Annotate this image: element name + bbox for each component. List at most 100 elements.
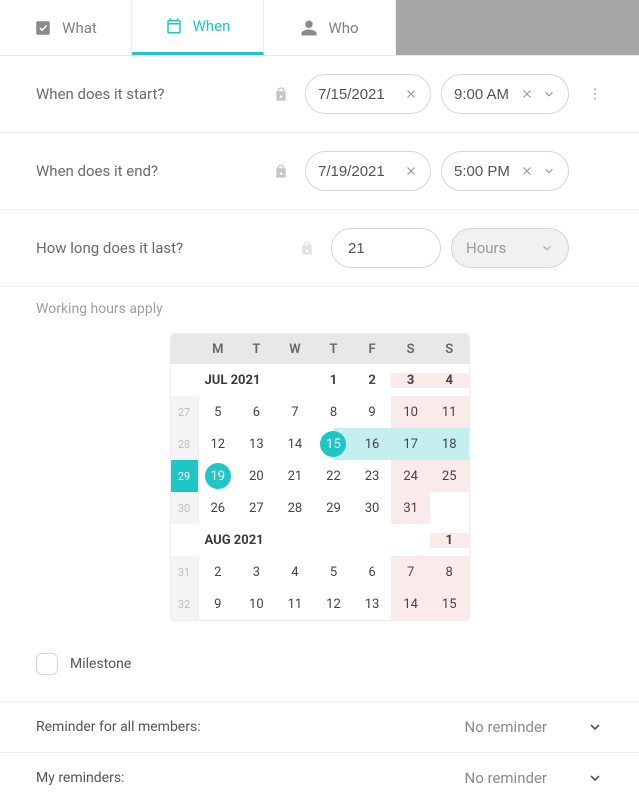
calendar-cell[interactable]: 26 [199,492,238,524]
calendar-cell[interactable]: 13 [353,588,392,620]
reminder-all-label: Reminder for all members: [36,719,201,735]
working-hours-note: Working hours apply [0,287,639,327]
calendar-cell[interactable]: 18 [430,428,469,460]
calendar-cell[interactable]: 14 [276,428,315,460]
calendar-cell[interactable]: 11 [276,588,315,620]
dow-label: T [314,342,353,357]
dow-label: M [199,342,238,357]
calendar-week: 32 9 10 11 12 13 14 15 [171,588,469,620]
calendar-cell[interactable]: 13 [237,428,276,460]
calendar-cell[interactable]: 16 [353,428,392,460]
dow-label: F [353,342,392,357]
close-icon[interactable] [520,164,534,178]
calendar-cell[interactable]: 27 [237,492,276,524]
milestone-checkbox[interactable] [36,653,58,675]
calendar-cell[interactable]: 21 [276,460,315,492]
close-icon[interactable] [520,87,534,101]
calendar-cell[interactable]: 3 [237,556,276,588]
close-icon[interactable] [404,87,418,101]
calendar-cell[interactable]: 29 [314,492,353,524]
calendar-cell[interactable] [430,492,469,524]
end-time-input[interactable] [454,163,512,180]
reminder-my-label: My reminders: [36,770,124,786]
calendar-cell[interactable]: 2 [199,556,238,588]
calendar-cell-range-start[interactable]: 15 [314,428,353,460]
milestone-row: Milestone [0,643,639,702]
calendar-cell[interactable]: 4 [430,373,469,388]
dow-label: W [276,342,315,357]
calendar-cell[interactable]: 24 [391,460,430,492]
calendar-cell[interactable]: 25 [430,460,469,492]
milestone-label: Milestone [70,656,131,672]
chevron-down-icon[interactable] [542,87,556,101]
calendar-cell[interactable]: 17 [391,428,430,460]
duration-unit-select[interactable]: Hours [451,228,569,268]
calendar-cell[interactable]: 12 [314,588,353,620]
calendar-cell[interactable]: 20 [237,460,276,492]
tab-what[interactable]: What [0,0,132,55]
end-label: When does it end? [36,162,273,180]
calendar-month-label: JUL 2021 [199,373,315,388]
tabs-filler [396,0,639,55]
calendar-month-label: AUG 2021 [199,533,430,548]
start-time-field[interactable] [441,74,569,114]
calendar-week: 31 2 3 4 5 6 7 8 [171,556,469,588]
calendar-cell[interactable]: 7 [276,396,315,428]
start-date-field[interactable] [305,74,431,114]
calendar-cell[interactable]: 28 [276,492,315,524]
tabs-bar: What When Who [0,0,639,56]
calendar-month-row: JUL 2021 1 2 3 4 [171,364,469,396]
reminder-all-row[interactable]: Reminder for all members: No reminder [0,702,639,753]
reminder-my-value: No reminder [465,769,547,787]
calendar-cell[interactable]: 12 [199,428,238,460]
calendar-cell[interactable]: 9 [353,396,392,428]
calendar-cell[interactable]: 3 [391,373,430,388]
tab-when[interactable]: When [132,0,264,55]
calendar-cell[interactable]: 1 [430,533,469,548]
calendar-cell[interactable]: 4 [276,556,315,588]
tab-who-label: Who [328,19,358,37]
calendar-cell[interactable]: 5 [199,396,238,428]
calendar-cell[interactable]: 6 [353,556,392,588]
chevron-down-icon[interactable] [542,164,556,178]
person-icon [300,19,318,37]
calendar-cell-range-end[interactable]: 19 [199,460,238,492]
calendar-cell[interactable]: 1 [314,373,353,388]
start-date-input[interactable] [318,86,396,103]
end-row: When does it end? [0,133,639,210]
calendar-cell[interactable]: 31 [391,492,430,524]
calendar-cell[interactable]: 9 [199,588,238,620]
more-icon[interactable] [587,86,603,102]
end-date-field[interactable] [305,151,431,191]
calendar-week: 27 5 6 7 8 9 10 11 [171,396,469,428]
calendar-week: 28 12 13 14 15 16 17 18 [171,428,469,460]
week-number: 31 [171,556,199,588]
end-time-field[interactable] [441,151,569,191]
calendar-cell[interactable]: 14 [391,588,430,620]
calendar-month-row: AUG 2021 1 [171,524,469,556]
calendar-cell[interactable]: 11 [430,396,469,428]
calendar-cell[interactable]: 10 [391,396,430,428]
reminder-my-row[interactable]: My reminders: No reminder [0,753,639,803]
calendar-cell[interactable]: 2 [353,373,392,388]
calendar-cell[interactable]: 23 [353,460,392,492]
duration-input[interactable] [331,228,441,268]
calendar-cell[interactable]: 22 [314,460,353,492]
calendar-cell[interactable]: 8 [314,396,353,428]
calendar-cell[interactable]: 10 [237,588,276,620]
end-date-input[interactable] [318,163,396,180]
close-icon[interactable] [404,164,418,178]
calendar[interactable]: M T W T F S S JUL 2021 1 2 3 4 27 5 6 7 … [170,333,470,621]
start-time-input[interactable] [454,86,512,103]
calendar-cell[interactable]: 30 [353,492,392,524]
calendar-cell[interactable]: 15 [430,588,469,620]
calendar-cell[interactable]: 7 [391,556,430,588]
calendar-cell[interactable]: 8 [430,556,469,588]
calendar-cell[interactable]: 6 [237,396,276,428]
start-label: When does it start? [36,85,273,103]
dow-label: S [430,342,469,357]
week-number: 32 [171,588,199,620]
week-number: 27 [171,396,199,428]
calendar-cell[interactable]: 5 [314,556,353,588]
tab-who[interactable]: Who [264,0,396,55]
